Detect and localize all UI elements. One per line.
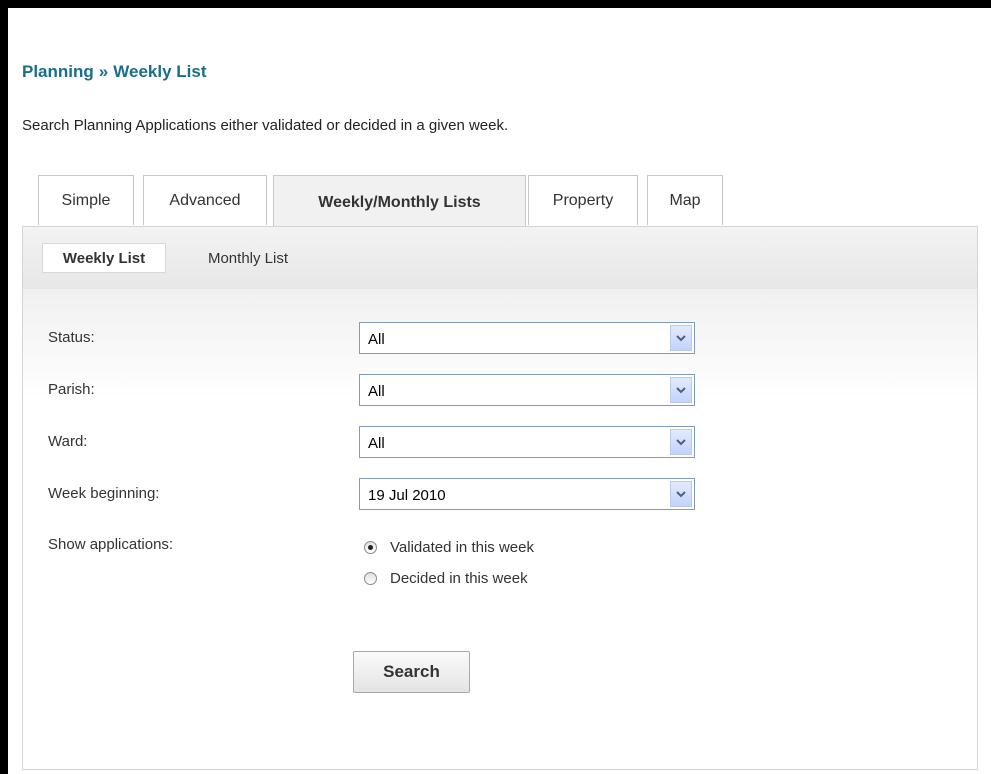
radio-label-validated: Validated in this week [390, 539, 534, 556]
list-subnav: Weekly List Monthly List [23, 227, 977, 290]
tab-label: Simple [61, 191, 111, 209]
search-panel: Weekly List Monthly List Status: All Par… [22, 226, 978, 770]
tab-property[interactable]: Property [528, 175, 638, 225]
tab-weekly-monthly-lists[interactable]: Weekly/Monthly Lists [273, 175, 526, 229]
chevron-down-icon[interactable] [670, 481, 692, 507]
parish-select[interactable]: All [359, 374, 695, 406]
radio-validated[interactable]: Validated in this week [364, 539, 534, 556]
window-frame-left [0, 0, 8, 774]
show-applications-label: Show applications: [48, 536, 174, 553]
week-beginning-label: Week beginning: [48, 485, 160, 502]
tab-simple[interactable]: Simple [38, 175, 134, 225]
search-form: Status: All Parish: All Ward: All Week b… [23, 289, 977, 769]
subtab-label: Monthly List [207, 249, 289, 267]
ward-value: All [368, 435, 385, 452]
window-frame-top [0, 0, 991, 8]
status-select[interactable]: All [359, 322, 695, 354]
chevron-down-icon[interactable] [670, 325, 692, 351]
breadcrumb-separator: » [98, 62, 109, 81]
ward-label: Ward: [48, 433, 88, 450]
subtab-weekly-list[interactable]: Weekly List [42, 243, 166, 273]
page-title: Planning» Weekly List [22, 62, 206, 82]
radio-decided[interactable]: Decided in this week [364, 570, 528, 587]
tab-label: Weekly/Monthly Lists [318, 193, 481, 211]
parish-label: Parish: [48, 381, 95, 398]
page-description: Search Planning Applications either vali… [22, 117, 509, 134]
chevron-down-icon[interactable] [670, 377, 692, 403]
tab-label: Property [552, 191, 614, 209]
tab-advanced[interactable]: Advanced [143, 175, 267, 225]
subtab-label: Weekly List [62, 249, 146, 267]
tab-label: Advanced [169, 191, 241, 209]
ward-select[interactable]: All [359, 426, 695, 458]
week-beginning-value: 19 Jul 2010 [368, 487, 446, 504]
subtab-monthly-list[interactable]: Monthly List [183, 243, 313, 273]
parish-value: All [368, 383, 385, 400]
breadcrumb-current: Weekly List [113, 62, 207, 81]
status-value: All [368, 331, 385, 348]
tab-label: Map [669, 191, 701, 209]
tab-map[interactable]: Map [647, 175, 723, 225]
breadcrumb-parent[interactable]: Planning [22, 62, 94, 81]
search-button[interactable]: Search [353, 651, 470, 693]
radio-label-decided: Decided in this week [390, 570, 528, 587]
radio-button-unchecked[interactable] [364, 572, 377, 585]
status-label: Status: [48, 329, 95, 346]
chevron-down-icon[interactable] [670, 429, 692, 455]
week-beginning-select[interactable]: 19 Jul 2010 [359, 478, 695, 510]
radio-button-checked[interactable] [364, 541, 377, 554]
